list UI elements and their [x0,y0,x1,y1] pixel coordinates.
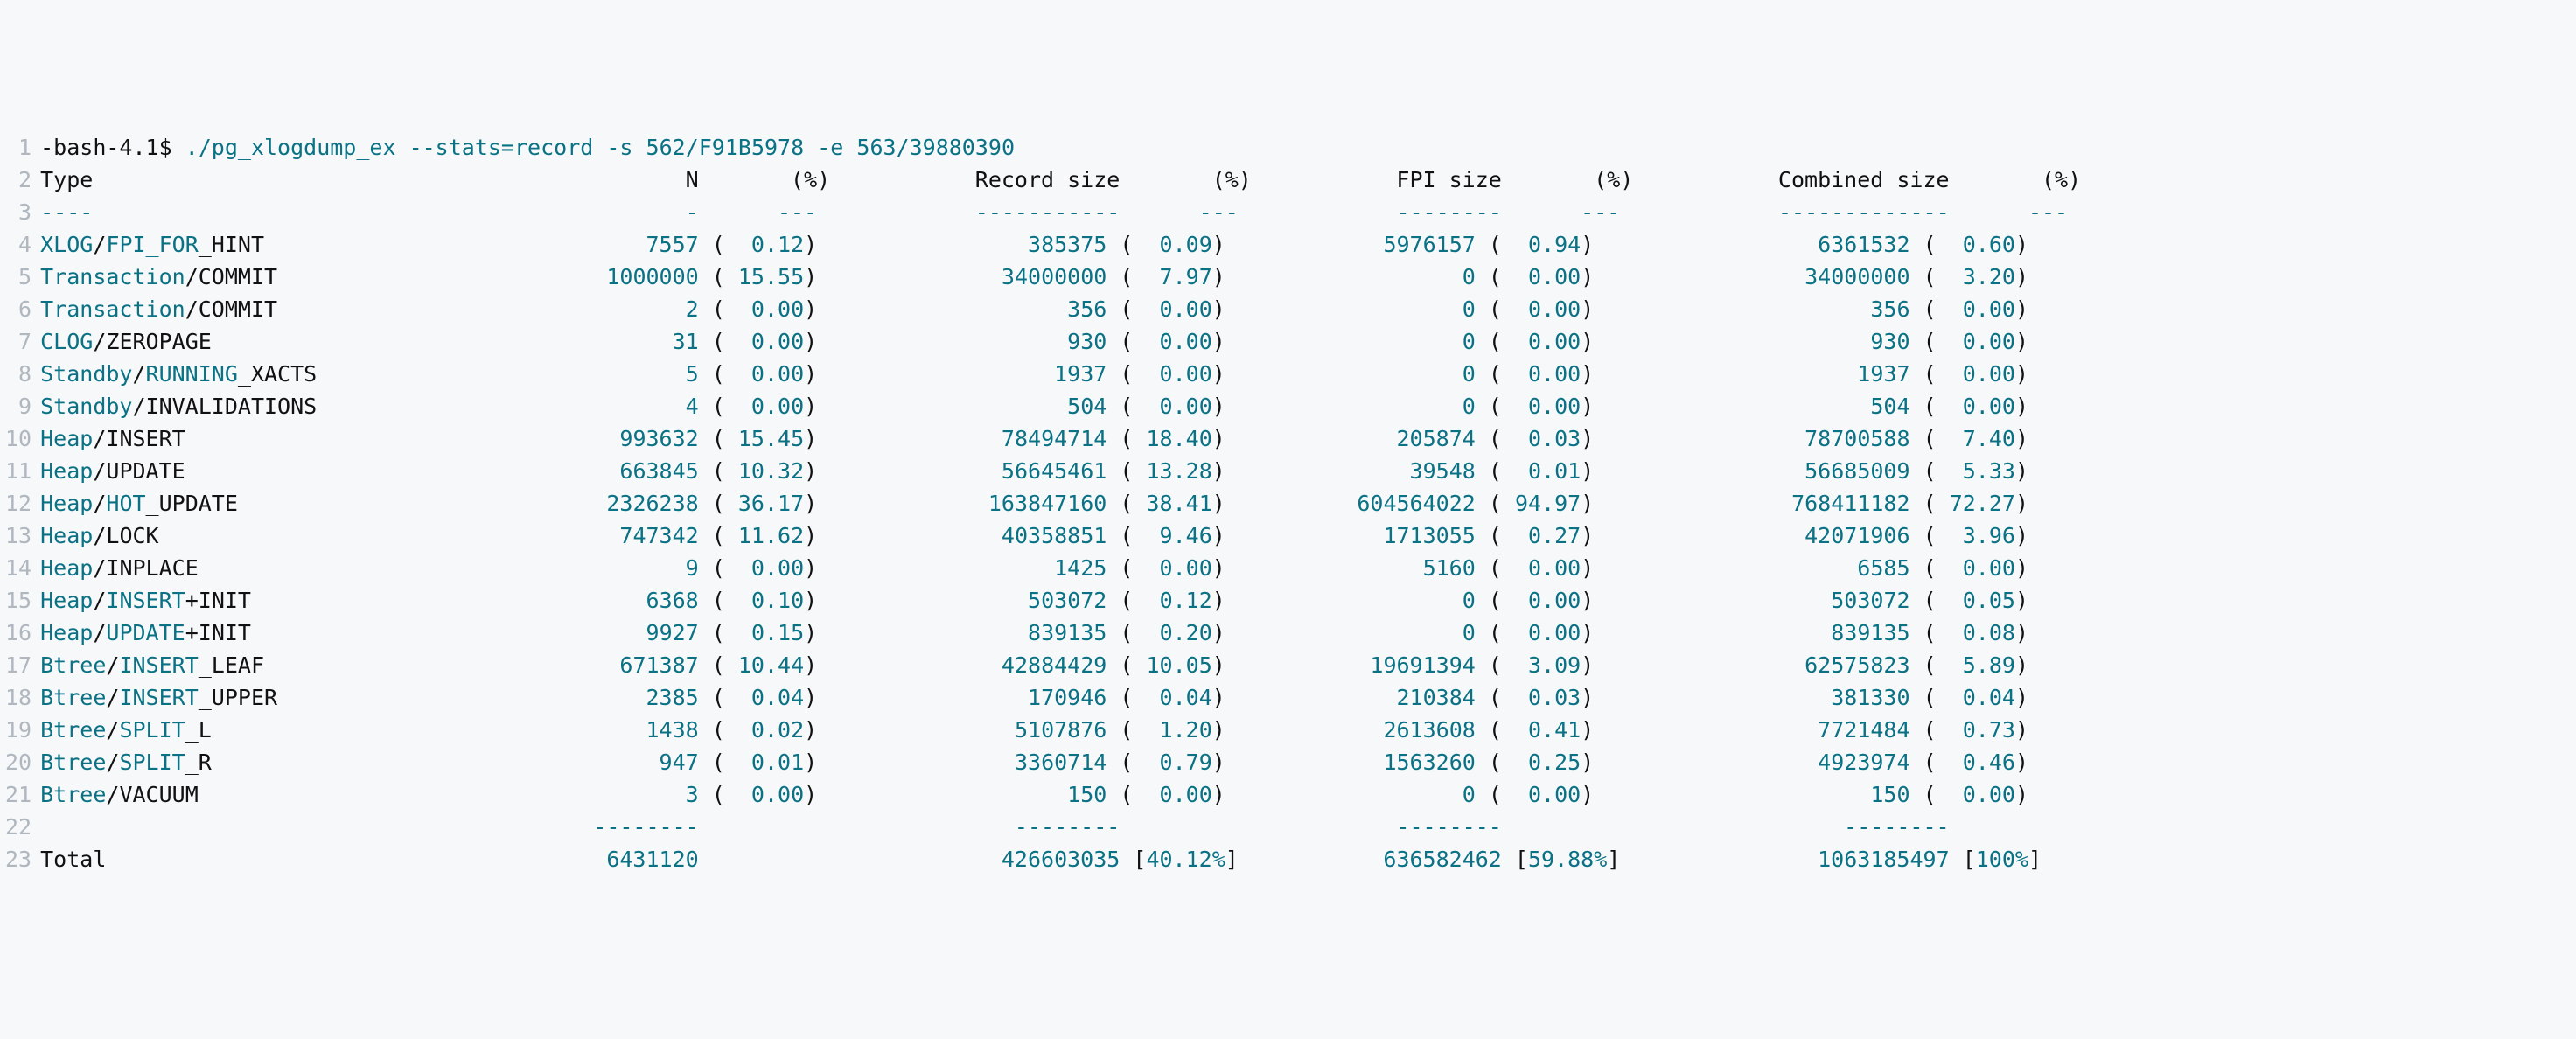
hdr-rs-pct: (%) [1120,167,1252,192]
cmd-val-e: 563/39880390 [856,135,1015,160]
code-line: Heap/LOCK 747342 ( 11.62) 40358851 ( 9.4… [40,520,2081,552]
code-line: CLOG/ZEROPAGE 31 ( 0.00) 930 ( 0.00) 0 (… [40,325,2081,358]
code-line: -bash-4.1$ ./pg_xlogdump_ex --stats=reco… [40,131,2081,164]
code-line: Heap/INSERT 993632 ( 15.45) 78494714 ( 1… [40,422,2081,455]
line-number: 18 [5,681,31,714]
cmd-exe: ./pg_xlogdump_ex [185,135,396,160]
terminal-output[interactable]: -bash-4.1$ ./pg_xlogdump_ex --stats=reco… [40,129,2081,877]
code-line: Standby/INVALIDATIONS 4 ( 0.00) 504 ( 0.… [40,390,2081,422]
code-line: ---- - --- ----------- --- -------- --- … [40,196,2081,228]
table-row: Standby/INVALIDATIONS 4 ( 0.00) 504 ( 0.… [40,394,2028,419]
table-row: Btree/VACUUM 3 ( 0.00) 150 ( 0.00) 0 ( 0… [40,782,2028,807]
table-row: Transaction/COMMIT 2 ( 0.00) 356 ( 0.00)… [40,296,2028,322]
total-rs-pct: 40.12% [1146,847,1225,872]
cmd-flag-stats: --stats=record [409,135,594,160]
total-cs-pct: 100% [1976,847,2028,872]
table-row: Btree/SPLIT_R 947 ( 0.01) 3360714 ( 0.79… [40,750,2028,775]
code-line: Type N (%) Record size (%) FPI size (%) … [40,164,2081,196]
code-line: Standby/RUNNING_XACTS 5 ( 0.00) 1937 ( 0… [40,358,2081,390]
code-line: Heap/HOT_UPDATE 2326238 ( 36.17) 1638471… [40,487,2081,520]
table-row: Btree/INSERT_UPPER 2385 ( 0.04) 170946 (… [40,685,2028,710]
hdr-cs-pct: (%) [1950,167,2082,192]
code-line: Transaction/COMMIT 2 ( 0.00) 356 ( 0.00)… [40,293,2081,325]
table-row: XLOG/FPI_FOR_HINT 7557 ( 0.12) 385375 ( … [40,232,2028,257]
line-number: 6 [5,293,31,325]
sep-type: ---- [40,199,567,225]
line-number: 20 [5,746,31,778]
table-row: Heap/INPLACE 9 ( 0.00) 1425 ( 0.00) 5160… [40,555,2028,581]
table-row: Heap/UPDATE+INIT 9927 ( 0.15) 839135 ( 0… [40,620,2028,645]
line-number: 11 [5,455,31,487]
code-line: Transaction/COMMIT 1000000 ( 15.55) 3400… [40,261,2081,293]
hdr-type: Type [40,167,567,192]
total-fs-pct: 59.88% [1528,847,1607,872]
line-number: 13 [5,520,31,552]
sep-rs-pct: --- [1120,199,1238,225]
table-row: Heap/INSERT+INIT 6368 ( 0.10) 503072 ( 0… [40,588,2028,613]
table-row: CLOG/ZEROPAGE 31 ( 0.00) 930 ( 0.00) 0 (… [40,329,2028,354]
hdr-fs: FPI size [1252,167,1502,192]
hdr-n-pct: (%) [699,167,831,192]
code-line: Btree/SPLIT_R 947 ( 0.01) 3360714 ( 0.79… [40,746,2081,778]
code-line: Total 6431120 426603035 [40.12%] 6365824… [40,843,2081,875]
code-line: XLOG/FPI_FOR_HINT 7557 ( 0.12) 385375 ( … [40,228,2081,261]
sep-n: - [567,199,699,225]
code-line: Heap/INPLACE 9 ( 0.00) 1425 ( 0.00) 5160… [40,552,2081,584]
sep-cs: ------------- [1633,199,1949,225]
table-row: Heap/LOCK 747342 ( 11.62) 40358851 ( 9.4… [40,523,2028,548]
line-number: 12 [5,487,31,520]
line-number: 8 [5,358,31,390]
line-number: 19 [5,714,31,746]
line-number: 2 [5,164,31,196]
prompt: -bash-4.1$ [40,135,185,160]
table-row: Heap/INSERT 993632 ( 15.45) 78494714 ( 1… [40,426,2028,451]
line-number: 10 [5,422,31,455]
table-row: Transaction/COMMIT 1000000 ( 15.55) 3400… [40,264,2028,289]
total-n: 6431120 [567,847,699,872]
cmd-flag-e: -e [817,135,843,160]
line-number: 22 [5,811,31,843]
total-cs: 1063185497 [1620,847,1949,872]
line-number: 1 [5,131,31,164]
code-line: Heap/UPDATE 663845 ( 10.32) 56645461 ( 1… [40,455,2081,487]
code-line: Btree/INSERT_LEAF 671387 ( 10.44) 428844… [40,649,2081,681]
total-fs: 636582462 [1239,847,1502,872]
hdr-cs: Combined size [1633,167,1949,192]
table-row: Btree/SPLIT_L 1438 ( 0.02) 5107876 ( 1.2… [40,717,2028,743]
table-row: Heap/UPDATE 663845 ( 10.32) 56645461 ( 1… [40,458,2028,484]
code-line: Btree/INSERT_UPPER 2385 ( 0.04) 170946 (… [40,681,2081,714]
sep-n-pct: --- [699,199,817,225]
table-row: Btree/INSERT_LEAF 671387 ( 10.44) 428844… [40,652,2028,678]
line-number: 21 [5,778,31,811]
line-number: 7 [5,325,31,358]
code-line: Heap/INSERT+INIT 6368 ( 0.10) 503072 ( 0… [40,584,2081,617]
cmd-flag-s: -s [606,135,632,160]
code-line: Btree/SPLIT_L 1438 ( 0.02) 5107876 ( 1.2… [40,714,2081,746]
code-line: Btree/VACUUM 3 ( 0.00) 150 ( 0.00) 0 ( 0… [40,778,2081,811]
total-rs: 426603035 [830,847,1120,872]
line-number: 17 [5,649,31,681]
sep-rs: ----------- [830,199,1120,225]
sep-cs-pct: --- [1950,199,2068,225]
total-label: Total [40,847,567,872]
line-number: 16 [5,617,31,649]
hdr-fs-pct: (%) [1502,167,1634,192]
sep-fs-pct: --- [1502,199,1620,225]
sep-fs: -------- [1252,199,1502,225]
cmd-val-s: 562/F91B5978 [646,135,805,160]
line-number: 23 [5,843,31,875]
hdr-n: N [567,167,699,192]
table-row: Standby/RUNNING_XACTS 5 ( 0.00) 1937 ( 0… [40,361,2028,387]
line-number: 5 [5,261,31,293]
table-row: Heap/HOT_UPDATE 2326238 ( 36.17) 1638471… [40,491,2028,516]
line-number: 9 [5,390,31,422]
hdr-rs: Record size [830,167,1120,192]
line-number-gutter: 1234567891011121314151617181920212223 [0,129,40,877]
line-number: 15 [5,584,31,617]
code-line: Heap/UPDATE+INIT 9927 ( 0.15) 839135 ( 0… [40,617,2081,649]
line-number: 4 [5,228,31,261]
line-number: 3 [5,196,31,228]
line-number: 14 [5,552,31,584]
code-line: -------- -------- -------- -------- [40,811,2081,843]
